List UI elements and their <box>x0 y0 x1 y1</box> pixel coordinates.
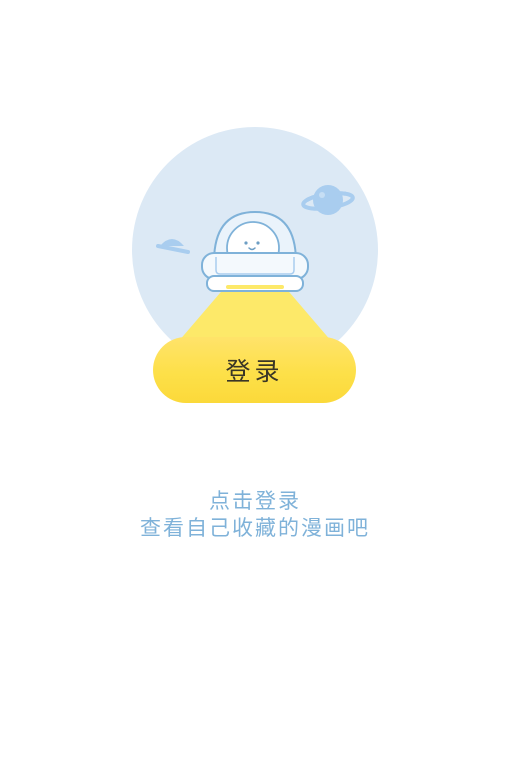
login-hint-title: 点击登录 <box>209 489 301 513</box>
login-button-label: 登录 <box>225 357 284 386</box>
login-button[interactable]: 登录 <box>153 337 356 403</box>
login-hint-subtitle: 查看自己收藏的漫画吧 <box>140 516 370 540</box>
